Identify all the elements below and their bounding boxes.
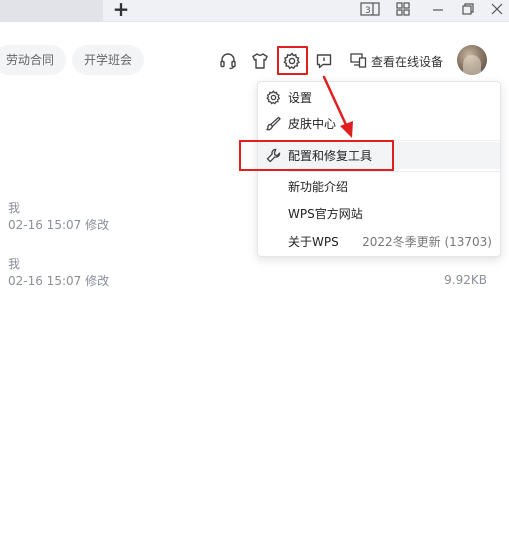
brush-icon xyxy=(258,116,288,131)
devices-icon xyxy=(350,52,367,71)
headset-icon[interactable] xyxy=(215,48,241,74)
file-owner: 我 xyxy=(8,201,21,215)
menu-item-label: WPS官方网站 xyxy=(288,207,363,221)
close-icon[interactable] xyxy=(487,0,507,18)
document-tab[interactable] xyxy=(0,0,103,22)
chat-bubble-icon[interactable] xyxy=(311,48,337,74)
gear-icon xyxy=(258,90,288,105)
menu-item-label: 关于WPS xyxy=(288,235,339,249)
menu-item-label: 新功能介绍 xyxy=(288,180,349,194)
online-devices-button[interactable]: 查看在线设备 xyxy=(350,48,443,74)
settings-highlight-box xyxy=(277,46,308,75)
screen-layout-icon[interactable]: 3 xyxy=(358,0,382,18)
file-modified: 02-16 15:07 修改 xyxy=(8,218,110,232)
menu-item-new-features[interactable]: 新功能介绍 xyxy=(258,173,500,200)
file-modified: 02-16 15:07 修改 xyxy=(8,274,110,288)
menu-item-official-site[interactable]: WPS官方网站 xyxy=(258,200,500,227)
grid-apps-icon[interactable] xyxy=(393,0,413,18)
minimize-icon[interactable] xyxy=(428,0,448,18)
svg-text:3: 3 xyxy=(365,6,371,16)
menu-divider xyxy=(288,171,500,172)
recent-tag-chip[interactable]: 劳动合同 xyxy=(0,45,67,75)
menu-item-skin-center[interactable]: 皮肤中心 xyxy=(258,110,500,137)
recent-tag-chip[interactable]: 开学班会 xyxy=(72,45,145,75)
online-devices-label: 查看在线设备 xyxy=(371,54,444,69)
menu-item-label: 皮肤中心 xyxy=(288,117,337,131)
title-bar: + 3 xyxy=(0,0,509,22)
menu-item-about[interactable]: 关于WPS 2022冬季更新 (13703) xyxy=(258,228,500,255)
file-size: 9.92KB xyxy=(444,273,487,287)
restore-icon[interactable] xyxy=(458,0,478,18)
tshirt-icon[interactable] xyxy=(247,48,273,74)
version-label: 2022冬季更新 (13703) xyxy=(362,235,492,249)
repair-tool-highlight-box xyxy=(239,140,394,171)
menu-item-settings[interactable]: 设置 xyxy=(258,84,500,111)
avatar[interactable] xyxy=(457,45,487,75)
menu-item-label: 设置 xyxy=(288,91,313,105)
new-tab-button[interactable]: + xyxy=(110,0,132,20)
file-owner: 我 xyxy=(8,257,21,271)
